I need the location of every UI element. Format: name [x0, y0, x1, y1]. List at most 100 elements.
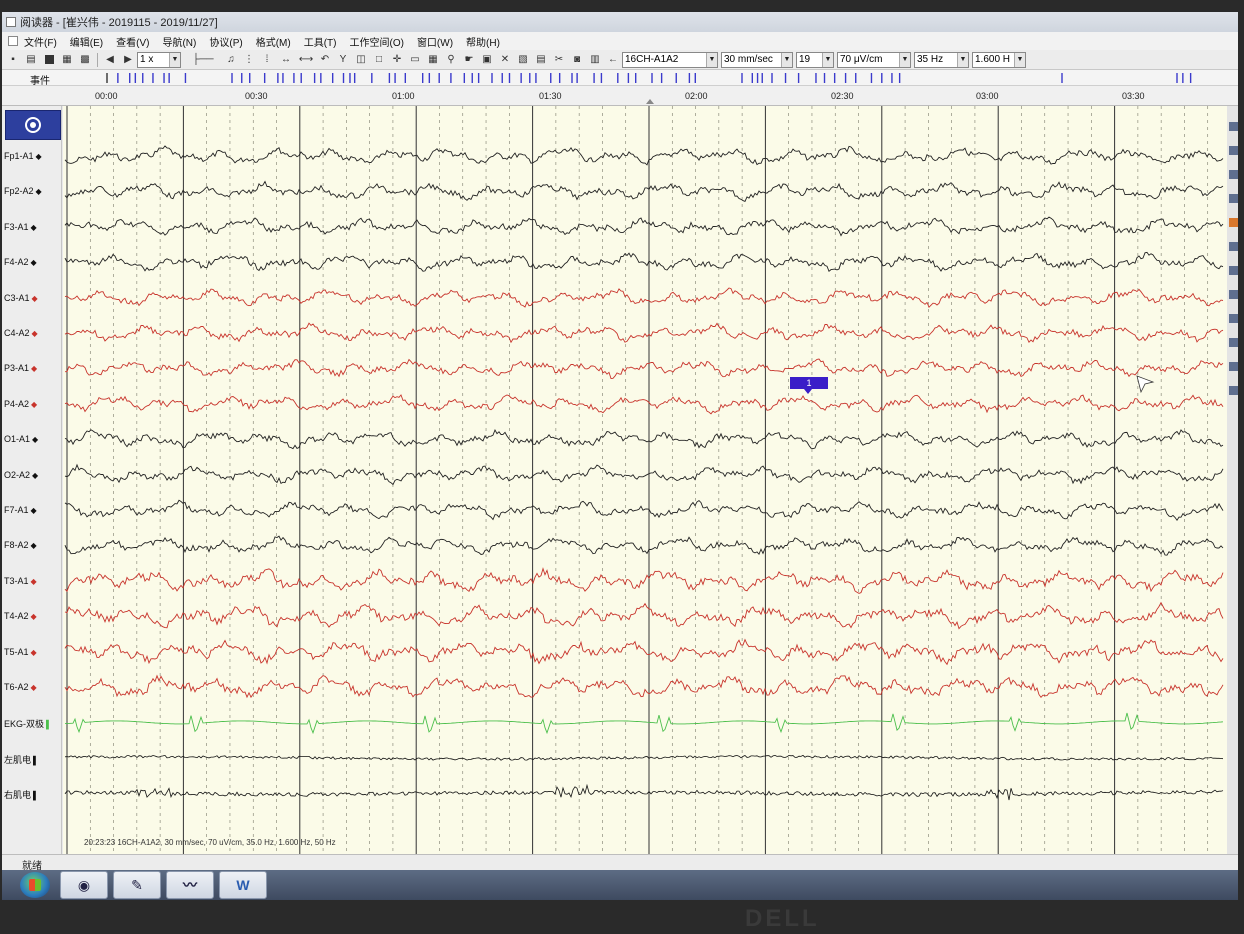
reader-window: 阅读器 - [崔兴伟 - 2019115 - 2019/11/27] 文件(F)… [2, 12, 1238, 900]
open-icon[interactable]: ▤ [24, 53, 38, 67]
taskbar-word-app[interactable]: W [219, 871, 267, 899]
channel-label[interactable]: F8-A2 ◆ [4, 540, 60, 550]
video-icon[interactable]: ▧ [516, 53, 530, 67]
channel-label[interactable]: Fp1-A1 ◆ [4, 151, 60, 161]
start-button[interactable] [20, 872, 50, 898]
menu-protocol[interactable]: 协议(P) [209, 34, 242, 49]
waveform-icon: 〰 [183, 877, 197, 893]
chevron-down-icon: ▼ [706, 52, 717, 67]
channel-name: P3-A1 [4, 363, 30, 374]
channel-label[interactable]: T4-A2 ◆ [4, 611, 60, 621]
playback-speed-select[interactable]: 1 x ▼ [137, 51, 181, 68]
music-note-icon[interactable]: ♫ [224, 53, 238, 67]
channel-label[interactable]: T5-A1 ◆ [4, 647, 60, 657]
trace-background [63, 106, 1227, 854]
taskbar-eeg-app[interactable]: 〰 [166, 871, 214, 899]
baseline-icon[interactable]: ├── [186, 53, 220, 67]
settings-icon[interactable]: ▩ [78, 53, 92, 67]
channel-label[interactable]: C3-A1 ◆ [4, 293, 60, 303]
stop-icon[interactable] [42, 53, 56, 67]
tools-icon[interactable]: ✕ [498, 53, 512, 67]
channel-label[interactable]: F3-A1 ◆ [4, 222, 60, 232]
window-icon[interactable]: ▥ [588, 53, 602, 67]
channel-name: T4-A2 [4, 611, 29, 622]
low-filter-select[interactable]: 1.600 H ▼ [972, 51, 1026, 68]
target-select-button[interactable] [5, 110, 61, 140]
crosshair-icon[interactable]: ✛ [390, 53, 404, 67]
menu-tools[interactable]: 工具(T) [304, 34, 337, 49]
hand-icon[interactable]: ☛ [462, 53, 476, 67]
save-icon[interactable]: ▪ [6, 53, 20, 67]
channel-indicator-icon: ▌ [33, 791, 39, 801]
taskbar-eye-app[interactable]: ◉ [60, 871, 108, 899]
channel-label[interactable]: O1-A1 ◆ [4, 434, 60, 444]
vertical-expand-icon[interactable]: ⋮ [242, 53, 256, 67]
channel-label[interactable]: F7-A1 ◆ [4, 505, 60, 515]
step-back-icon[interactable]: ◀ [103, 53, 117, 67]
high-filter-select[interactable]: 35 Hz ▼ [914, 51, 969, 68]
horizontal-expand-icon[interactable]: ↔ [278, 53, 294, 67]
measure-icon[interactable]: ▭ [408, 53, 422, 67]
rectangle-icon[interactable]: □ [372, 53, 386, 67]
menu-navigate[interactable]: 导航(N) [162, 34, 196, 49]
eeg-trace-area[interactable]: 1 [63, 106, 1227, 854]
channel-toggle-button[interactable] [1229, 122, 1238, 131]
menu-edit[interactable]: 编辑(E) [70, 34, 103, 49]
channel-label[interactable]: EKG-双极 ▌ [4, 717, 60, 730]
document-menu-icon[interactable] [8, 36, 18, 46]
sensitivity-select[interactable]: 70 μV/cm ▼ [837, 51, 911, 68]
event-bar[interactable]: 事件 [2, 70, 1238, 87]
montage-select[interactable]: 16CH-A1A2 ▼ [622, 51, 718, 68]
select-region-icon[interactable]: ◫ [354, 53, 368, 67]
play-icon[interactable]: ▶ [121, 53, 135, 67]
channel-name: Fp1-A1 [4, 151, 34, 161]
channel-toggle-button[interactable] [1229, 170, 1238, 179]
menu-view[interactable]: 查看(V) [116, 34, 149, 49]
menu-workspace[interactable]: 工作空间(O) [349, 34, 403, 49]
menu-file[interactable]: 文件(F) [24, 34, 57, 49]
channel-toggle-button[interactable] [1229, 242, 1238, 251]
channel-label[interactable]: Fp2-A2 ◆ [4, 186, 60, 196]
channel-toggle-button[interactable] [1229, 386, 1238, 395]
camera-icon[interactable]: ◙ [570, 53, 584, 67]
channel-label[interactable]: C4-A2 ◆ [4, 328, 60, 338]
menu-window[interactable]: 窗口(W) [417, 34, 453, 49]
channel-toggle-button[interactable] [1229, 362, 1238, 371]
right-scroll-strip[interactable] [1227, 106, 1238, 854]
horizontal-compress-icon[interactable]: ⟷ [298, 53, 314, 67]
channel-toggle-button[interactable] [1229, 338, 1238, 347]
paper-speed-select[interactable]: 30 mm/sec ▼ [721, 51, 793, 68]
back-arrow-icon[interactable]: ← [606, 53, 620, 67]
channel-label[interactable]: F4-A2 ◆ [4, 257, 60, 267]
grid-icon[interactable]: ▦ [426, 53, 440, 67]
channel-label[interactable]: T3-A1 ◆ [4, 576, 60, 586]
channel-toggle-button[interactable] [1229, 266, 1238, 275]
channel-toggle-button[interactable] [1229, 146, 1238, 155]
taskbar-notes-app[interactable]: ✎ [113, 871, 161, 899]
time-ruler[interactable]: 00:00 00:30 01:00 01:30 02:00 02:30 03:0… [2, 86, 1238, 106]
channel-count-select[interactable]: 19 ▼ [796, 51, 834, 68]
channel-label[interactable]: P3-A1 ◆ [4, 363, 60, 373]
channel-toggle-button[interactable] [1229, 290, 1238, 299]
layout-icon[interactable]: ▣ [480, 53, 494, 67]
print-icon[interactable]: ▤ [534, 53, 548, 67]
channel-toggle-button[interactable] [1229, 314, 1238, 323]
channel-label[interactable]: 左肌电 ▌ [4, 753, 60, 766]
channel-label[interactable]: 右肌电 ▌ [4, 788, 60, 801]
undo-icon[interactable]: ↶ [318, 53, 332, 67]
channel-toggle-button[interactable] [1229, 218, 1238, 227]
channel-toggle-button[interactable] [1229, 194, 1238, 203]
channel-label[interactable]: P4-A2 ◆ [4, 399, 60, 409]
menu-help[interactable]: 帮助(H) [466, 34, 500, 49]
channel-name: C3-A1 [4, 292, 30, 303]
channel-label[interactable]: O2-A2 ◆ [4, 470, 60, 480]
export-icon[interactable]: ▦ [60, 53, 74, 67]
menu-format[interactable]: 格式(M) [256, 34, 291, 49]
zoom-icon[interactable]: ⚲ [444, 53, 458, 67]
scissors-icon[interactable]: ✂ [552, 53, 566, 67]
channel-label[interactable]: T6-A2 ◆ [4, 682, 60, 692]
position-marker-icon[interactable] [646, 99, 654, 104]
vertical-compress-icon[interactable]: ⁞ [260, 53, 274, 67]
filter-icon[interactable]: Y [336, 53, 350, 67]
channel-name: T6-A2 [4, 682, 29, 692]
